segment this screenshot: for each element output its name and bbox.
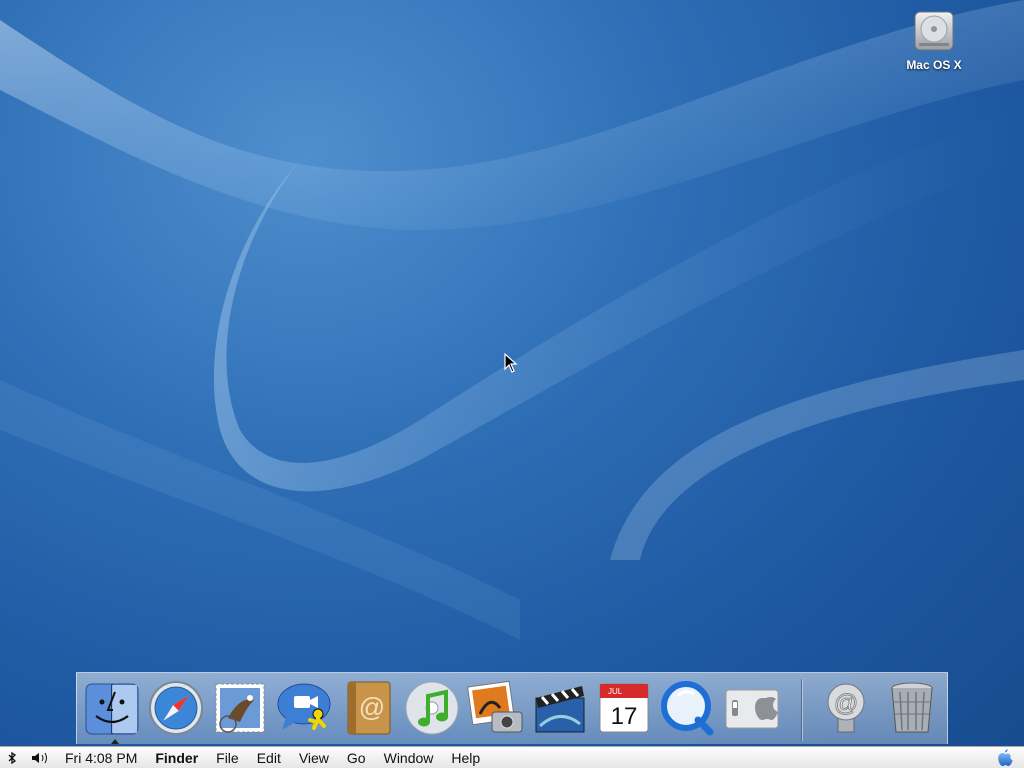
ical-month: JUL (608, 687, 623, 696)
imovie-icon (535, 686, 585, 733)
mail-icon (215, 683, 265, 733)
at-sign-icon: @ (827, 683, 865, 733)
dock-item-iphoto[interactable] (465, 677, 527, 739)
quicktime-icon (661, 681, 714, 736)
system-preferences-icon (725, 689, 779, 729)
svg-text:@: @ (359, 692, 385, 722)
desktop-wallpaper (0, 0, 1024, 640)
menu-bar: Fri 4:08 PM Finder File Edit View Go Win… (0, 746, 1024, 768)
mouse-cursor-icon (504, 353, 518, 373)
menu-go[interactable]: Go (338, 747, 375, 768)
address-book-icon: @ (347, 681, 391, 735)
apple-icon[interactable] (996, 748, 1014, 767)
desktop-icon-label: Mac OS X (906, 58, 962, 72)
menubar-clock[interactable]: Fri 4:08 PM (56, 747, 146, 768)
menu-file[interactable]: File (207, 747, 248, 768)
iphoto-icon (466, 680, 523, 733)
finder-icon (85, 683, 139, 735)
dock-item-system-preferences[interactable] (721, 677, 783, 739)
menu-view[interactable]: View (290, 747, 338, 768)
menu-edit[interactable]: Edit (248, 747, 290, 768)
volume-icon[interactable] (24, 751, 56, 765)
menu-help[interactable]: Help (442, 747, 489, 768)
dock-item-ichat[interactable] (273, 677, 335, 739)
dock-item-finder[interactable] (81, 677, 143, 744)
hard-drive-icon (911, 8, 957, 54)
itunes-icon (405, 681, 459, 735)
running-indicator (111, 739, 119, 744)
menu-app-finder[interactable]: Finder (146, 747, 207, 768)
svg-text:@: @ (834, 690, 858, 717)
ichat-icon (277, 683, 331, 730)
dock-item-trash[interactable] (881, 677, 943, 739)
ical-icon: JUL 17 (599, 683, 649, 733)
ical-day: 17 (611, 703, 638, 730)
safari-icon (149, 681, 203, 735)
dock-item-safari[interactable] (145, 677, 207, 739)
menu-window[interactable]: Window (375, 747, 443, 768)
dock-item-ical[interactable]: JUL 17 (593, 677, 655, 739)
dock-item-internet-connect[interactable]: @ (815, 677, 877, 739)
dock: @ JUL 17 @ (76, 672, 948, 744)
dock-divider (801, 679, 803, 741)
dock-item-address-book[interactable]: @ (337, 677, 399, 739)
dock-item-quicktime[interactable] (657, 677, 719, 739)
desktop-icon-mac-os-x[interactable]: Mac OS X (894, 8, 974, 74)
dock-item-imovie[interactable] (529, 677, 591, 739)
bluetooth-icon[interactable] (0, 751, 24, 765)
dock-item-mail[interactable] (209, 677, 271, 739)
trash-icon (891, 682, 933, 733)
dock-item-itunes[interactable] (401, 677, 463, 739)
